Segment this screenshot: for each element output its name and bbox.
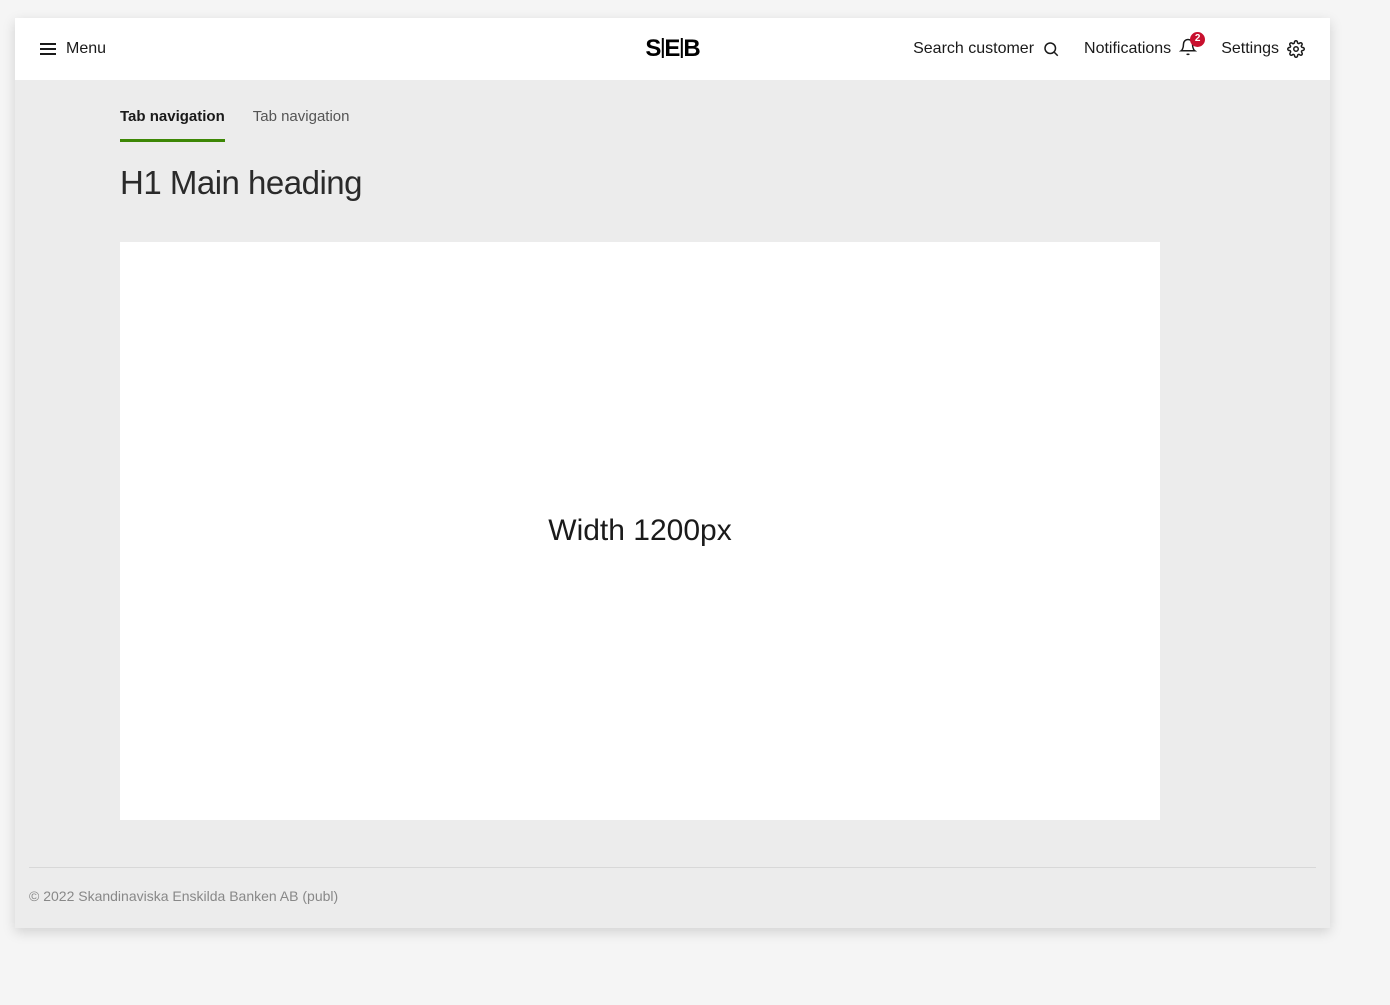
notifications-badge: 2 <box>1190 32 1205 47</box>
footer: © 2022 Skandinaviska Enskilda Banken AB … <box>29 867 1316 904</box>
notifications-label: Notifications <box>1084 40 1171 58</box>
logo-text: SEB <box>645 35 699 63</box>
page-title: H1 Main heading <box>120 164 1330 202</box>
top-actions: Search customer Notifications 2 <box>913 38 1305 61</box>
top-bar: Menu SEB Search customer Notifications <box>15 18 1330 80</box>
tab-row: Tab navigation Tab navigation <box>120 80 1330 142</box>
menu-label: Menu <box>66 40 106 58</box>
card-text: Width 1200px <box>548 514 731 548</box>
gear-icon <box>1287 40 1305 58</box>
app-wrapper: Menu SEB Search customer Notifications <box>0 0 1390 1005</box>
copyright-text: © 2022 Skandinaviska Enskilda Banken AB … <box>29 888 338 904</box>
hamburger-icon <box>40 43 56 55</box>
tab-navigation-2[interactable]: Tab navigation <box>253 94 350 142</box>
notifications-button[interactable]: Notifications 2 <box>1084 38 1197 61</box>
menu-button[interactable]: Menu <box>40 40 106 58</box>
content-card: Width 1200px <box>120 242 1160 820</box>
app-shell: Menu SEB Search customer Notifications <box>15 18 1330 928</box>
settings-button[interactable]: Settings <box>1221 40 1305 58</box>
search-icon <box>1042 40 1060 58</box>
logo[interactable]: SEB <box>645 35 699 63</box>
content-area: Tab navigation Tab navigation H1 Main he… <box>15 80 1330 820</box>
bell-wrapper: 2 <box>1179 38 1197 61</box>
tab-navigation-1[interactable]: Tab navigation <box>120 94 225 142</box>
settings-label: Settings <box>1221 40 1279 58</box>
search-customer-label: Search customer <box>913 40 1034 58</box>
search-customer-button[interactable]: Search customer <box>913 40 1060 58</box>
